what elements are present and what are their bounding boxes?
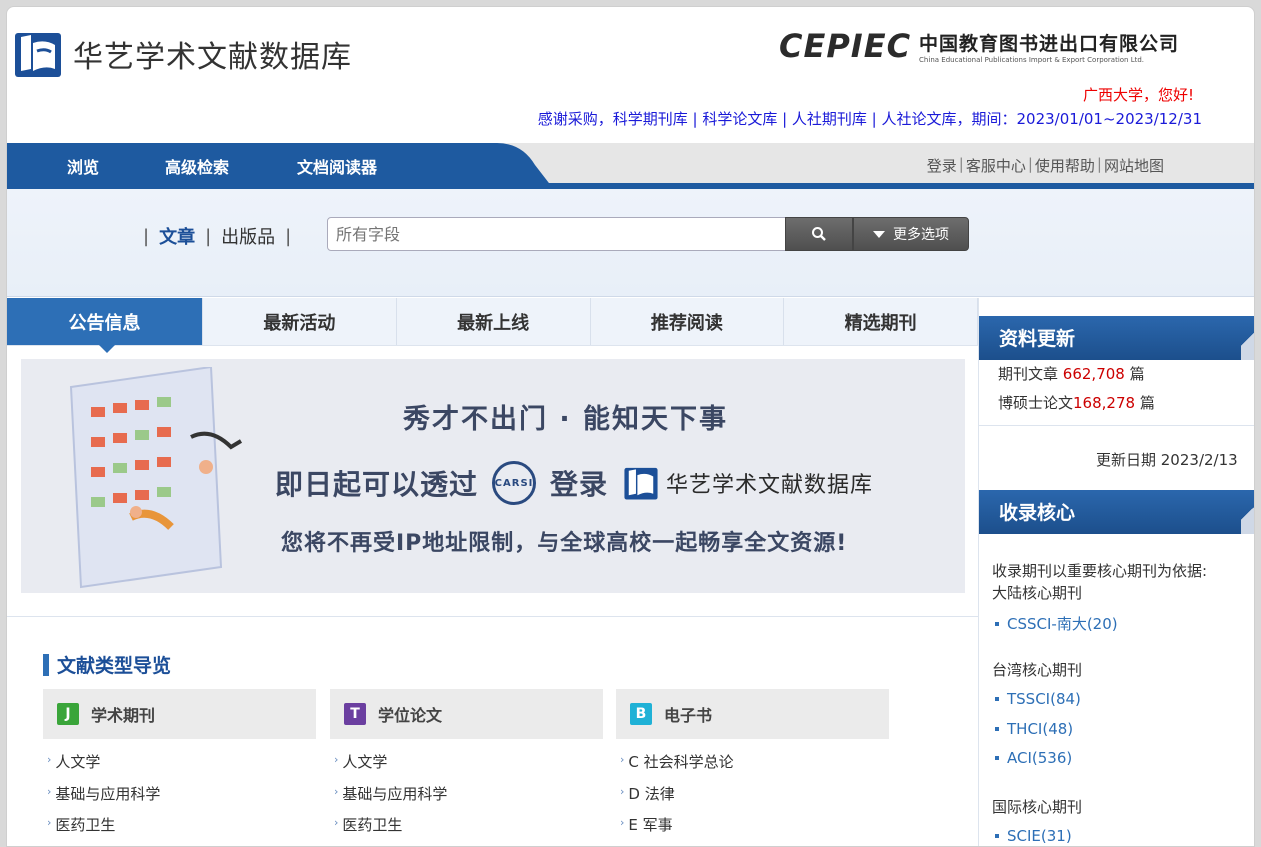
scie-link[interactable]: SCIE(31)	[995, 827, 1072, 845]
more-options-label: 更多选项	[893, 227, 949, 243]
ebook-link-d[interactable]: › D 法律	[620, 783, 675, 804]
chevron-right-icon: ›	[334, 785, 339, 798]
banner-subline: 您将不再受IP地址限制，与全球高校一起畅享全文资源!	[281, 531, 848, 556]
cepiec-wordmark: CEPIEC	[779, 27, 912, 65]
site-title: 华艺学术文献数据库	[73, 40, 352, 75]
scope-article[interactable]: 文章	[159, 223, 195, 249]
ebook-link-e[interactable]: › E 军事	[620, 814, 673, 835]
search-scope: | 文章 | 出版品 |	[133, 223, 301, 249]
tab-latest-events[interactable]: 最新活动	[203, 298, 397, 345]
category-journals[interactable]: J 学术期刊	[43, 689, 316, 739]
content-tabs: 公告信息 最新活动 最新上线 推荐阅读 精选期刊	[7, 298, 978, 353]
chevron-right-icon: ›	[334, 753, 339, 766]
thesis-link-humanities[interactable]: › 人文学	[334, 751, 387, 772]
nav-document-reader[interactable]: 文档阅读器	[297, 154, 377, 178]
chevron-right-icon: ›	[620, 785, 625, 798]
cepiec-chinese-name: 中国教育图书进出口有限公司	[919, 32, 1180, 55]
journal-link-humanities[interactable]: › 人文学	[47, 751, 100, 772]
chevron-right-icon: ›	[620, 753, 625, 766]
carsi-banner[interactable]: 秀才不出门 · 能知天下事 即日起可以透过 CARSI 登录 华艺学术文献数据库…	[21, 359, 965, 593]
cepiec-english-name: China Educational Publications Import & …	[919, 55, 1145, 64]
search-icon	[812, 227, 826, 241]
search-button[interactable]	[785, 217, 853, 251]
user-greeting: 广西大学，您好!	[1082, 86, 1194, 104]
airiti-logo-icon	[624, 467, 658, 500]
chevron-right-icon: ›	[47, 785, 52, 798]
service-center-link[interactable]: 客服中心	[966, 155, 1026, 176]
chevron-right-icon: ›	[47, 753, 52, 766]
journal-badge-icon: J	[57, 703, 79, 725]
banner-headline: 秀才不出门 · 能知天下事	[403, 404, 729, 435]
banner-line-2: 即日起可以透过 CARSI 登录 华艺学术文献数据库	[275, 461, 873, 505]
update-date: 更新日期 2023/2/13	[1096, 451, 1238, 469]
chevron-right-icon: ›	[334, 816, 339, 829]
tssci-link[interactable]: TSSCI(84)	[995, 690, 1081, 708]
cepiec-logo: CEPIEC 中国教育图书进出口有限公司 China Educational P…	[779, 27, 1179, 65]
doc-type-nav-title: 文献类型导览	[43, 651, 171, 678]
tab-newly-online[interactable]: 最新上线	[396, 298, 591, 345]
sidebar-border	[978, 298, 979, 846]
updates-header: 资料更新	[979, 316, 1254, 360]
search-area: | 文章 | 出版品 | 更多选项	[7, 189, 1254, 297]
banner-airiti-logo: 华艺学术文献数据库	[624, 465, 873, 501]
mainland-core-label: 大陆核心期刊	[992, 584, 1083, 602]
ebook-link-c[interactable]: › C 社会科学总论	[620, 751, 734, 772]
more-options-button[interactable]: 更多选项	[853, 217, 969, 251]
browser-page: 华艺学术文献数据库 CEPIEC 中国教育图书进出口有限公司 China Edu…	[6, 6, 1255, 847]
journal-link-medicine[interactable]: › 医药卫生	[47, 814, 115, 835]
tab-announcements[interactable]: 公告信息	[7, 298, 203, 353]
thesis-link-science[interactable]: › 基础与应用科学	[334, 783, 447, 804]
main-nav: 浏览 高级检索 文档阅读器 登录 | 客服中心 | 使用帮助 | 网站地图	[7, 143, 1254, 189]
tab-recommended[interactable]: 推荐阅读	[590, 298, 785, 345]
journal-article-count: 期刊文章 662,708 篇	[998, 365, 1145, 383]
thesis-link-medicine[interactable]: › 医药卫生	[334, 814, 402, 835]
nav-browse[interactable]: 浏览	[67, 154, 99, 178]
bookshelf-illustration	[69, 367, 243, 589]
journal-link-science[interactable]: › 基础与应用科学	[47, 783, 160, 804]
tab-selected-journals[interactable]: 精选期刊	[784, 298, 978, 345]
purchase-info: 感谢采购，科学期刊库 | 科学论文库 | 人社期刊库 | 人社论文库，期间：20…	[537, 110, 1202, 128]
cssci-link[interactable]: CSSCI-南大(20)	[995, 613, 1118, 634]
help-link[interactable]: 使用帮助	[1035, 155, 1095, 176]
sitemap-link[interactable]: 网站地图	[1104, 155, 1164, 176]
scope-publication[interactable]: 出版品	[221, 223, 275, 249]
intl-core-label: 国际核心期刊	[992, 798, 1083, 816]
chevron-right-icon: ›	[620, 816, 625, 829]
site-logo[interactable]: 华艺学术文献数据库	[15, 29, 352, 79]
taiwan-core-label: 台湾核心期刊	[992, 661, 1083, 679]
search-input[interactable]	[327, 217, 787, 251]
sidebar-divider	[979, 425, 1254, 426]
category-theses[interactable]: T 学位论文	[330, 689, 603, 739]
airiti-logo-icon	[15, 33, 61, 77]
login-link[interactable]: 登录	[927, 155, 957, 176]
dropdown-triangle-icon	[873, 230, 885, 238]
thci-link[interactable]: THCI(48)	[995, 720, 1073, 738]
thesis-badge-icon: T	[344, 703, 366, 725]
core-intro: 收录期刊以重要核心期刊为依据:	[992, 562, 1208, 580]
utility-links: 登录 | 客服中心 | 使用帮助 | 网站地图	[926, 155, 1164, 176]
site-header: 华艺学术文献数据库 CEPIEC 中国教育图书进出口有限公司 China Edu…	[7, 7, 1254, 143]
category-ebooks[interactable]: B 电子书	[616, 689, 889, 739]
ebook-badge-icon: B	[630, 703, 652, 725]
section-divider	[7, 616, 978, 617]
carsi-logo-icon: CARSI	[492, 461, 537, 505]
nav-advanced-search[interactable]: 高级检索	[165, 154, 229, 178]
aci-link[interactable]: ACI(536)	[995, 749, 1072, 767]
thesis-count: 博硕士论文168,278 篇	[998, 394, 1155, 412]
core-header: 收录核心	[979, 490, 1254, 534]
chevron-right-icon: ›	[47, 816, 52, 829]
